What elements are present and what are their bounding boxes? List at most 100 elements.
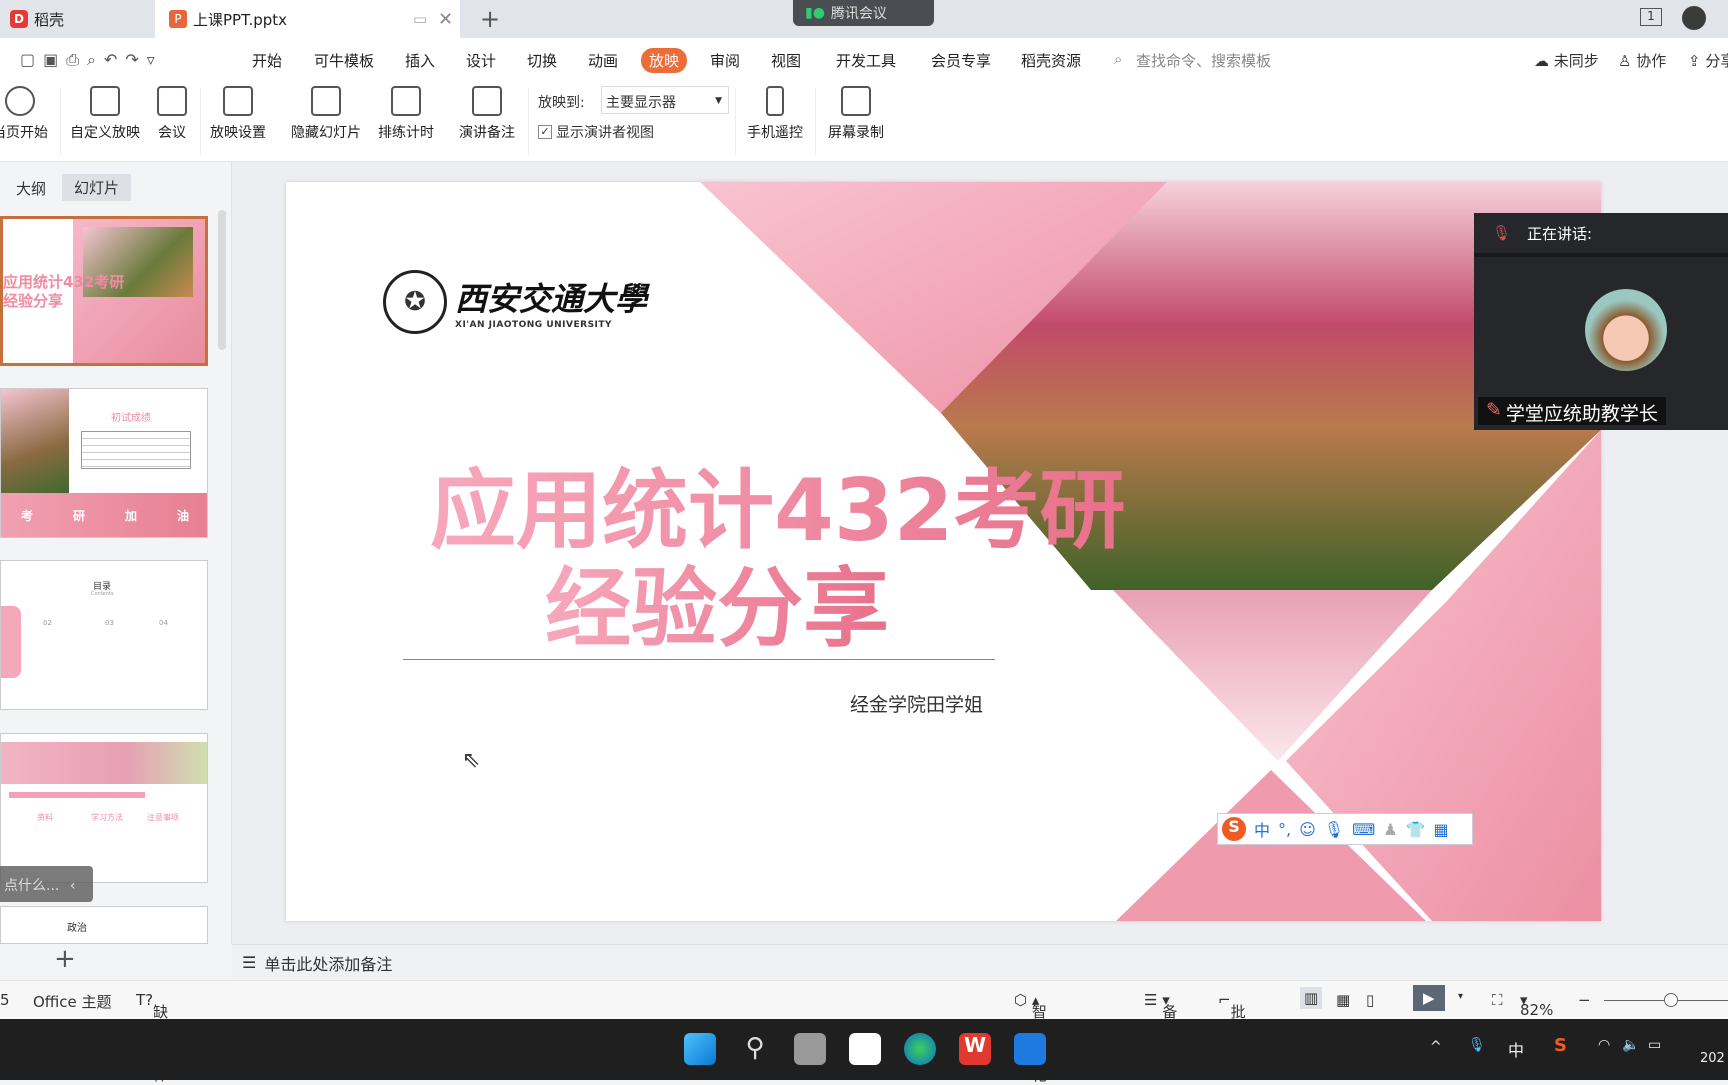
slide-thumbnail-3[interactable]: 目录 Contents 02 03 04 <box>0 560 208 710</box>
wifi-icon[interactable]: ◠ <box>1598 1037 1610 1053</box>
menu-insert[interactable]: 插入 <box>397 48 443 73</box>
fit-window-button[interactable]: ⛶ <box>1492 991 1503 1009</box>
add-slide-button[interactable]: + <box>54 944 76 974</box>
grid-icon[interactable]: ▦ <box>1433 820 1448 839</box>
hide-slide-button[interactable]: 隐藏幻灯片 <box>291 86 361 142</box>
menu-slideshow[interactable]: 放映 <box>641 48 688 73</box>
skin-icon[interactable]: 👕 <box>1406 820 1426 839</box>
sogou-tray-icon[interactable]: S <box>1554 1035 1567 1056</box>
volume-icon[interactable]: 🔈 <box>1622 1037 1639 1053</box>
menu-templates[interactable]: 可牛模板 <box>306 48 382 73</box>
speaker-notes-button[interactable]: 演讲备注 <box>459 86 515 142</box>
slide-sorter-button[interactable]: ▦ <box>1336 991 1350 1009</box>
share-button[interactable]: ⇪ 分享 <box>1688 50 1728 71</box>
mouse-cursor-icon: ⇖ <box>462 748 481 773</box>
zoom-level-select[interactable]: 82% ▾ <box>1520 991 1553 1019</box>
slide-thumbnail-4[interactable]: 资料 学习方法 注意事项 <box>0 733 208 883</box>
wps-office-icon[interactable]: W <box>959 1033 991 1065</box>
close-icon[interactable]: ✕ <box>438 9 453 30</box>
menu-view[interactable]: 视图 <box>763 48 809 73</box>
tab-outline[interactable]: 大纲 <box>16 178 46 199</box>
chevron-down-icon[interactable]: ▾ <box>1458 991 1463 1002</box>
search-icon[interactable]: ⚲ <box>739 1033 771 1065</box>
notes-placeholder[interactable]: 单击此处添加备注 <box>264 951 392 975</box>
notes-toggle-button[interactable]: ☰ 备注 ▾ <box>1144 991 1177 1042</box>
menu-member[interactable]: 会员专享 <box>923 48 999 73</box>
logo-text-en: XI'AN JIAOTONG UNIVERSITY <box>455 320 613 330</box>
edge-browser-icon[interactable] <box>904 1033 936 1065</box>
keyboard-icon[interactable]: ⌨ <box>1352 820 1375 839</box>
menu-review[interactable]: 审阅 <box>702 48 748 73</box>
store-icon[interactable] <box>849 1033 881 1065</box>
slide-thumbnail-2[interactable]: 初试成绩 考 研 加 油 <box>0 388 208 538</box>
tab-bar: D 稻壳 P 上课PPT.pptx ▭ ✕ + ▮● 腾讯会议 1 <box>0 0 1728 38</box>
phone-remote-button[interactable]: 手机遥控 <box>747 86 803 142</box>
quick-access-icons[interactable]: ▢▣⎙⌕↶↷▿ <box>20 50 163 70</box>
menu-start[interactable]: 开始 <box>244 48 290 73</box>
ime-toolbar[interactable]: S 中 °, ☺ 🎙 ⌨ ♟ 👕 ▦ <box>1217 813 1473 845</box>
screen-record-button[interactable]: 屏幕录制 <box>828 86 884 142</box>
zoom-slider-handle[interactable] <box>1664 993 1678 1007</box>
from-current-button[interactable]: 当页开始 <box>0 86 48 142</box>
play-to-select[interactable]: 主要显示器 ▼ <box>601 86 729 114</box>
slide-canvas[interactable]: ✪ 西安交通大學 XI'AN JIAOTONG UNIVERSITY 应用统计43… <box>286 182 1601 921</box>
theme-name[interactable]: Office 主题 <box>33 991 112 1012</box>
notes-bar[interactable]: ☰ 单击此处添加备注 <box>232 944 1728 980</box>
tab-slides[interactable]: 幻灯片 <box>62 174 132 201</box>
ime-language-toggle[interactable]: 中 <box>1254 817 1270 841</box>
zoom-out-button[interactable]: − <box>1578 991 1591 1009</box>
user-avatar[interactable] <box>1682 6 1706 30</box>
meeting-button[interactable]: 会议 <box>157 86 187 142</box>
new-tab-button[interactable]: + <box>480 0 500 38</box>
slide-thumbnail-5[interactable]: 政治 <box>0 906 208 944</box>
title-divider <box>403 659 995 660</box>
presenter-view-checkbox[interactable]: ✓ 显示演讲者视图 <box>538 122 654 142</box>
chevron-left-icon[interactable]: ‹ <box>70 878 76 894</box>
play-to-value: 主要显示器 <box>606 95 676 111</box>
microphone-icon[interactable]: 🎙 <box>1324 820 1344 839</box>
battery-icon[interactable]: ▭ <box>1648 1037 1661 1053</box>
menu-design[interactable]: 设计 <box>458 48 504 73</box>
tencent-meeting-icon[interactable] <box>1014 1033 1046 1065</box>
button-label: 排练计时 <box>378 125 434 141</box>
custom-show-icon <box>90 86 120 116</box>
menu-animation[interactable]: 动画 <box>580 48 626 73</box>
toolbox-icon[interactable]: ♟ <box>1383 820 1397 839</box>
task-view-icon[interactable] <box>794 1033 826 1065</box>
slide-thumbnail-1[interactable]: 应用统计432考研 经验分享 <box>0 216 208 366</box>
collab-button[interactable]: ♙ 协作 <box>1618 50 1666 71</box>
scrollbar[interactable] <box>218 210 226 350</box>
clock[interactable]: 202 <box>1700 1051 1725 1066</box>
command-search-input[interactable]: 查找命令、搜索模板 <box>1136 50 1271 71</box>
search-icon[interactable]: ⌕ <box>1114 50 1122 68</box>
rehearse-timing-button[interactable]: 排练计时 <box>378 86 434 142</box>
ime-punctuation-toggle[interactable]: °, <box>1278 820 1291 839</box>
meeting-speaker-panel[interactable]: 🎙 正在讲话: ✎ 学堂应统助教学长 <box>1474 213 1728 430</box>
emoji-icon[interactable]: ☺ <box>1299 820 1316 839</box>
thumb-item: 学习方法 <box>91 813 123 822</box>
page-indicator[interactable]: 1 <box>1640 8 1662 26</box>
chevron-up-icon[interactable]: ^ <box>1430 1039 1442 1055</box>
play-slideshow-button[interactable]: ▶ <box>1413 985 1445 1011</box>
normal-view-button[interactable]: ▥ <box>1300 987 1323 1009</box>
show-settings-button[interactable]: 放映设置 <box>210 86 266 142</box>
custom-show-button[interactable]: 自定义放映 <box>70 86 140 142</box>
smart-beautify-button[interactable]: ⬡ 智能美化 ▴ <box>1014 991 1047 1084</box>
ribbon-toolbar: 当页开始 自定义放映 会议 放映设置 隐藏幻灯片 排练计时 演讲备注 放映到: … <box>0 82 1728 162</box>
windows-start-icon[interactable] <box>684 1033 716 1065</box>
reading-view-button[interactable]: ▯ <box>1366 991 1374 1009</box>
monitor-icon[interactable]: ▭ <box>413 10 427 28</box>
microphone-icon[interactable]: 🎙 <box>1468 1037 1486 1053</box>
sync-button[interactable]: ☁ 未同步 <box>1534 50 1599 71</box>
menu-developer[interactable]: 开发工具 <box>828 48 904 73</box>
comment-button[interactable]: ⌐ 批注 <box>1218 991 1246 1042</box>
tencent-meeting-pill[interactable]: ▮● 腾讯会议 <box>793 0 934 26</box>
tab-document[interactable]: P 上课PPT.pptx ▭ ✕ <box>155 0 460 38</box>
ime-indicator[interactable]: 中 <box>1508 1037 1524 1061</box>
menu-docer-resources[interactable]: 稻壳资源 <box>1013 48 1089 73</box>
ppt-file-icon: P <box>169 10 187 28</box>
tab-docer[interactable]: D 稻壳 <box>10 0 64 38</box>
floating-hint-bar[interactable]: 点什么... ‹ <box>0 866 93 902</box>
menu-transition[interactable]: 切换 <box>519 48 565 73</box>
missing-font-button[interactable]: T? 缺失字体 <box>136 991 168 1084</box>
